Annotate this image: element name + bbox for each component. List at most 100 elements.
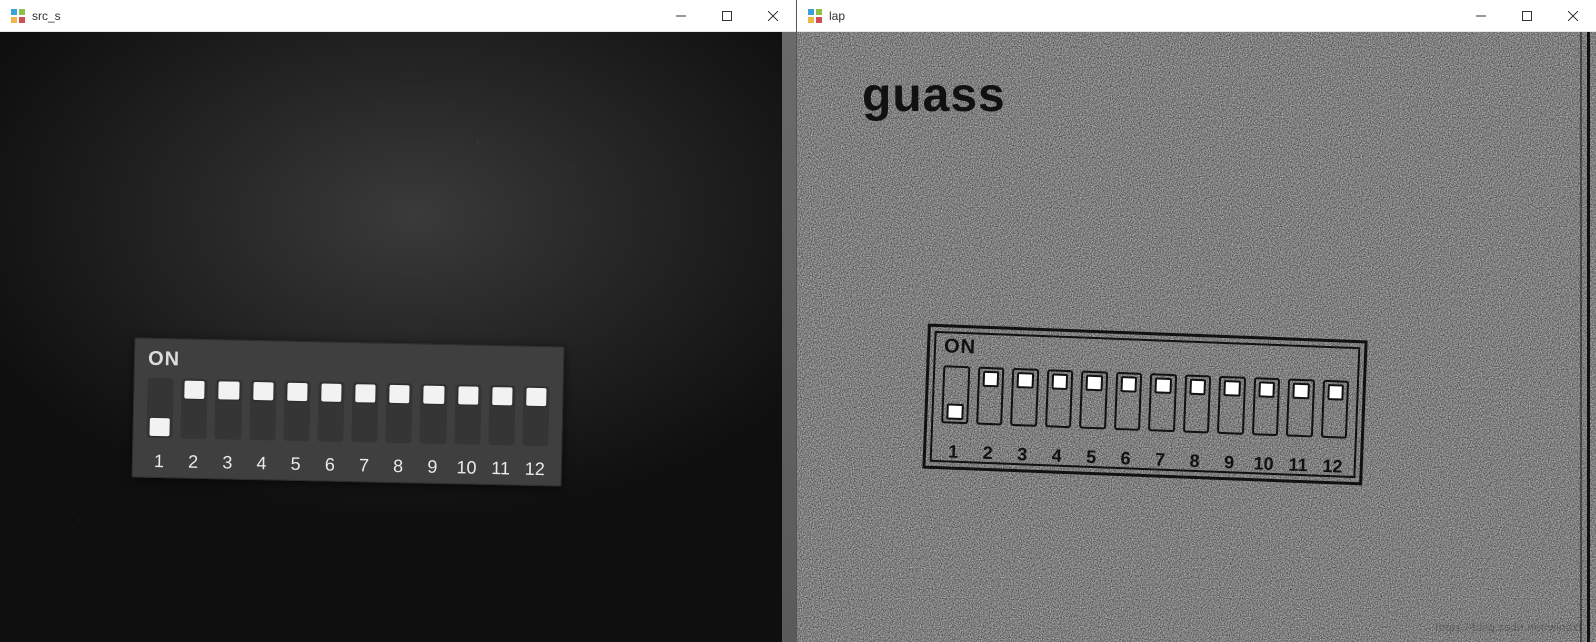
dip-switch-knob bbox=[355, 384, 376, 402]
dip-switch-slot bbox=[1217, 376, 1246, 435]
dip-number: 2 bbox=[974, 442, 1001, 464]
desktop: src_s ON 123456789101112 lap bbox=[0, 0, 1596, 642]
dip-switch-slot bbox=[215, 379, 242, 440]
window-src: src_s ON 123456789101112 bbox=[0, 0, 796, 642]
dip-number: 5 bbox=[282, 454, 309, 476]
dip-number: 4 bbox=[1043, 445, 1070, 467]
dip-switch-knob bbox=[219, 381, 240, 399]
dip-number: 7 bbox=[1146, 449, 1173, 471]
titlebar-lap[interactable]: lap bbox=[797, 0, 1596, 32]
dip-number: 9 bbox=[419, 457, 446, 479]
dip-switch-slot bbox=[1079, 371, 1108, 430]
dip-number: 6 bbox=[317, 454, 344, 476]
dip-switch-slot bbox=[1251, 377, 1280, 436]
dip-switch-slot bbox=[351, 382, 378, 443]
dip-number: 8 bbox=[1181, 450, 1208, 472]
dip-number: 7 bbox=[351, 455, 378, 477]
titlebar-src[interactable]: src_s bbox=[0, 0, 796, 32]
dip-number: 11 bbox=[487, 458, 514, 480]
dip-number: 10 bbox=[453, 457, 480, 479]
dip-switch-slot bbox=[1182, 375, 1211, 434]
dip-switch-slot bbox=[283, 381, 310, 442]
dip-switch-slot bbox=[454, 384, 481, 445]
dip-switch-row bbox=[146, 378, 549, 446]
image-view-src: ON 123456789101112 bbox=[0, 32, 796, 642]
dip-switch-knob bbox=[424, 386, 445, 404]
dip-switch-knob bbox=[1189, 379, 1206, 396]
dip-switch-slot bbox=[1320, 380, 1349, 439]
dip-switch-knob bbox=[1258, 381, 1275, 398]
dip-switch-knob bbox=[492, 387, 513, 405]
window-title: lap bbox=[829, 9, 845, 23]
dip-switch-slot bbox=[1148, 373, 1177, 432]
dip-number: 5 bbox=[1078, 446, 1105, 468]
dip-switch-knob bbox=[1120, 376, 1137, 393]
maximize-button[interactable] bbox=[704, 0, 750, 32]
maximize-button[interactable] bbox=[1504, 0, 1550, 32]
dip-switch-edges: ON 123456789101112 bbox=[922, 324, 1367, 486]
dip-switch-knob bbox=[253, 382, 274, 400]
image-view-lap: guass ON 123456789101112 https://blog.cs… bbox=[797, 32, 1596, 642]
window-title: src_s bbox=[32, 9, 61, 23]
minimize-button[interactable] bbox=[658, 0, 704, 32]
dip-switch-block: ON 123456789101112 bbox=[132, 338, 565, 487]
dip-switch-knob bbox=[526, 388, 547, 406]
dip-number: 3 bbox=[1009, 444, 1036, 466]
minimize-button[interactable] bbox=[1458, 0, 1504, 32]
on-label: ON bbox=[148, 348, 180, 372]
watermark: https://blog.csdn.net/windxf bbox=[1435, 622, 1582, 634]
dip-switch-knob bbox=[946, 403, 963, 420]
dip-switch-slot bbox=[420, 384, 447, 445]
dip-switch-knob bbox=[321, 383, 342, 401]
dip-switch-knob bbox=[149, 418, 170, 436]
dip-switch-knob bbox=[184, 381, 205, 399]
dip-number: 10 bbox=[1250, 453, 1277, 475]
dip-switch-slot bbox=[941, 365, 970, 424]
dip-switch-slot bbox=[1114, 372, 1143, 431]
dip-switch-knob bbox=[1154, 377, 1171, 394]
on-label-edge: ON bbox=[944, 335, 977, 359]
dip-switch-row-edge bbox=[941, 365, 1349, 439]
dip-switch-knob bbox=[389, 385, 410, 403]
dip-switch-slot bbox=[976, 367, 1005, 426]
dip-switch-slot bbox=[317, 381, 344, 442]
window-lap: lap guass ON 123456789101112 htt bbox=[796, 0, 1596, 642]
dip-switch-slot bbox=[249, 380, 276, 441]
dip-switch-slot bbox=[522, 386, 549, 447]
dip-number: 8 bbox=[385, 456, 412, 478]
dip-number: 4 bbox=[248, 453, 275, 475]
dip-switch-slot bbox=[386, 383, 413, 444]
dip-switch-slot bbox=[146, 378, 173, 439]
overlay-label: guass bbox=[862, 68, 1006, 123]
dip-number: 3 bbox=[214, 452, 241, 474]
edge-line bbox=[1580, 32, 1582, 642]
dip-switch-knob bbox=[458, 386, 479, 404]
dip-number: 11 bbox=[1284, 454, 1311, 476]
dip-number: 1 bbox=[146, 451, 173, 473]
dip-switch-knob bbox=[1327, 384, 1344, 401]
edge-line bbox=[1587, 32, 1590, 642]
close-button[interactable] bbox=[1550, 0, 1596, 32]
dip-switch-knob bbox=[1051, 373, 1068, 390]
dip-switch-knob bbox=[1017, 372, 1034, 389]
app-icon bbox=[10, 8, 26, 24]
dip-switch-knob bbox=[1223, 380, 1240, 397]
dip-number: 6 bbox=[1112, 448, 1139, 470]
dip-number: 9 bbox=[1215, 452, 1242, 474]
dip-number: 12 bbox=[522, 459, 549, 481]
dip-switch-numbers: 123456789101112 bbox=[146, 451, 548, 480]
dip-switch-knob bbox=[1085, 375, 1102, 392]
dip-number: 12 bbox=[1319, 456, 1346, 478]
dip-number: 1 bbox=[940, 441, 967, 463]
grayscale-photo: ON 123456789101112 bbox=[0, 32, 796, 642]
dip-switch-knob bbox=[287, 383, 308, 401]
close-button[interactable] bbox=[750, 0, 796, 32]
dip-switch-knob bbox=[1292, 383, 1309, 400]
dip-switch-slot bbox=[1286, 378, 1315, 437]
dip-switch-slot bbox=[488, 385, 515, 446]
dip-switch-knob bbox=[982, 371, 999, 388]
dip-switch-slot bbox=[1045, 369, 1074, 428]
laplacian-image: guass ON 123456789101112 https://blog.cs… bbox=[797, 32, 1596, 642]
dip-number: 2 bbox=[180, 451, 207, 473]
right-edge-strip bbox=[782, 32, 796, 642]
